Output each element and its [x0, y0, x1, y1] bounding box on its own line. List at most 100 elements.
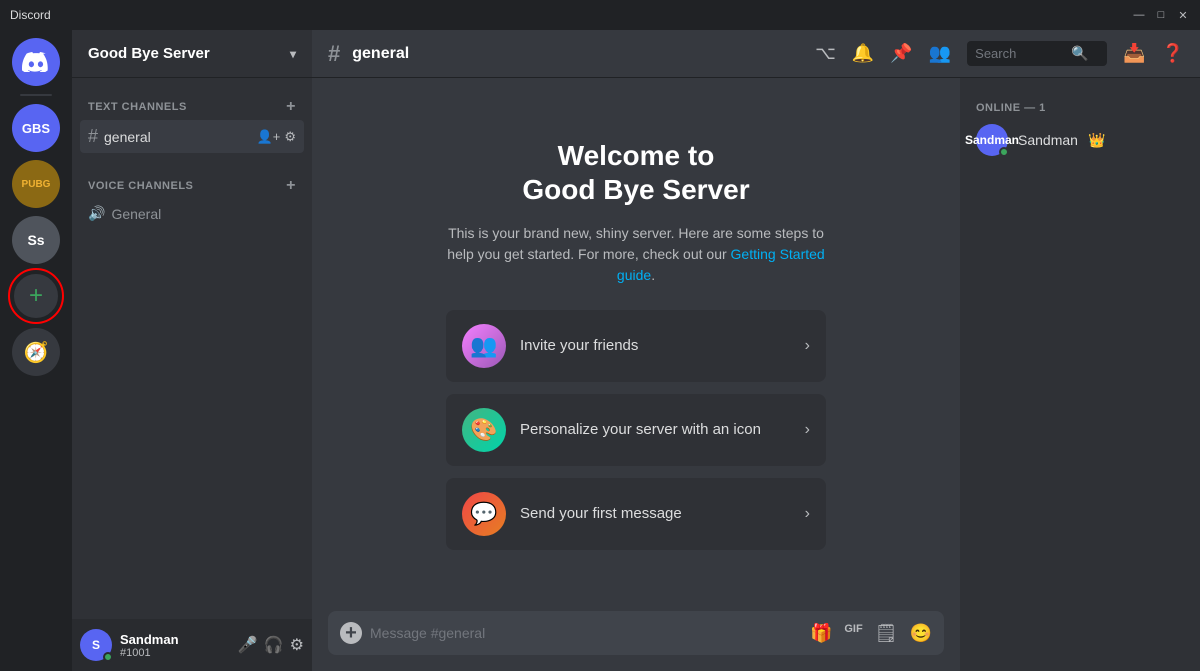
invite-friends-icon: 👥	[462, 324, 506, 368]
maximize-button[interactable]: □	[1154, 8, 1168, 22]
channel-name-general: general	[104, 129, 251, 145]
voice-channels-label: VOICE CHANNELS	[88, 180, 193, 192]
welcome-title: Welcome to Good Bye Server	[522, 139, 749, 206]
search-icon: 🔍	[1071, 45, 1088, 62]
user-settings-button[interactable]: ⚙	[290, 635, 304, 655]
search-input[interactable]	[975, 46, 1065, 61]
channel-hash-icon: #	[88, 126, 98, 147]
gift-icon[interactable]: 🎁	[810, 623, 832, 644]
server-icon-pubg-label: PUBG	[22, 179, 51, 190]
voice-channel-general[interactable]: 🔊 General	[80, 199, 304, 228]
server-icon-gbs[interactable]: GBS	[12, 104, 60, 152]
pin-icon[interactable]: 📌	[890, 43, 912, 64]
voice-channels-section: VOICE CHANNELS + 🔊 General	[72, 157, 312, 232]
personalize-server-action[interactable]: 🎨 Personalize your server with an icon ›	[446, 394, 826, 466]
chat-area: Welcome to Good Bye Server This is your …	[312, 78, 1200, 671]
add-server-button[interactable]: +	[12, 272, 60, 320]
welcome-description: This is your brand new, shiny server. He…	[446, 223, 826, 286]
username: Sandman	[120, 632, 230, 647]
gif-icon[interactable]: GIF	[844, 623, 862, 644]
channel-header-name: general	[352, 45, 409, 63]
member-list-toggle-icon[interactable]: 👥	[929, 43, 951, 64]
online-status-dot	[103, 652, 113, 662]
member-online-dot	[999, 147, 1009, 157]
invite-chevron-icon: ›	[805, 337, 810, 355]
personalize-emoji: 🎨	[470, 417, 497, 443]
server-name: Good Bye Server	[88, 45, 210, 62]
invite-emoji: 👥	[470, 333, 497, 359]
chat-main: Welcome to Good Bye Server This is your …	[312, 78, 960, 671]
add-text-channel-icon[interactable]: +	[286, 98, 296, 116]
text-channels-label: TEXT CHANNELS	[88, 101, 187, 113]
send-message-emoji: 💬	[470, 501, 497, 527]
minimize-button[interactable]: —	[1132, 8, 1146, 22]
add-voice-channel-icon[interactable]: +	[286, 177, 296, 195]
personalize-label: Personalize your server with an icon	[520, 421, 791, 438]
inbox-icon[interactable]: 📥	[1123, 43, 1145, 64]
attach-file-button[interactable]: +	[340, 622, 362, 644]
welcome-container: Welcome to Good Bye Server This is your …	[312, 78, 960, 611]
channel-item-general[interactable]: # general 👤+ ⚙	[80, 120, 304, 153]
user-discriminator: #1001	[120, 647, 230, 659]
message-input-area: + 🎁 GIF 🗒 😊	[312, 611, 960, 671]
main-content: # general ⌥ 🔔 📌 👥 🔍 📥 ❓	[312, 30, 1200, 671]
help-icon[interactable]: ❓	[1162, 43, 1184, 64]
threads-icon[interactable]: ⌥	[815, 43, 836, 64]
channel-action-icons: 👤+ ⚙	[257, 129, 296, 145]
deafen-headphones-button[interactable]: 🎧	[264, 635, 284, 655]
voice-channel-name: General	[111, 206, 296, 222]
action-list: 👥 Invite your friends › 🎨 Personalize yo…	[446, 310, 826, 550]
notification-icon[interactable]: 🔔	[852, 43, 874, 64]
member-crown-icon: 👑	[1088, 132, 1105, 149]
voice-channels-category[interactable]: VOICE CHANNELS +	[80, 173, 304, 199]
text-channels-section: TEXT CHANNELS + # general 👤+ ⚙	[72, 78, 312, 157]
message-input-bar: + 🎁 GIF 🗒 😊	[328, 611, 944, 655]
mute-microphone-button[interactable]: 🎤	[238, 635, 258, 655]
invite-friends-label: Invite your friends	[520, 337, 791, 354]
user-avatar: S	[80, 629, 112, 661]
settings-icon[interactable]: ⚙	[284, 129, 296, 145]
discord-home-button[interactable]	[12, 38, 60, 86]
channel-sidebar: Good Bye Server ▾ TEXT CHANNELS + # gene…	[72, 30, 312, 671]
server-list: GBS PUBG Ss + 🧭	[0, 30, 72, 671]
invite-friends-action[interactable]: 👥 Invite your friends ›	[446, 310, 826, 382]
server-header[interactable]: Good Bye Server ▾	[72, 30, 312, 78]
search-bar[interactable]: 🔍	[967, 41, 1107, 66]
server-icon-ss[interactable]: Ss	[12, 216, 60, 264]
server-icon-gbs-label: GBS	[22, 121, 50, 136]
add-server-icon: +	[29, 282, 43, 310]
online-category-label: ONLINE — 1	[968, 94, 1192, 118]
channel-header: # general ⌥ 🔔 📌 👥 🔍 📥 ❓	[312, 30, 1200, 78]
member-item-sandman[interactable]: Sandman Sandman 👑	[968, 118, 1192, 162]
user-controls: 🎤 🎧 ⚙	[238, 635, 304, 655]
user-panel: S Sandman #1001 🎤 🎧 ⚙	[72, 619, 312, 671]
invite-icon[interactable]: 👤+	[257, 129, 281, 145]
server-icon-pubg[interactable]: PUBG	[12, 160, 60, 208]
member-name-sandman: Sandman	[1018, 132, 1078, 148]
close-button[interactable]: ✕	[1176, 8, 1190, 22]
speaker-icon: 🔊	[88, 205, 105, 222]
message-input[interactable]	[370, 625, 802, 641]
personalize-icon: 🎨	[462, 408, 506, 452]
welcome-line2: Good Bye Server	[522, 174, 749, 205]
member-avatar-initials: Sandman	[965, 133, 1019, 147]
server-icon-ss-label: Ss	[27, 232, 44, 248]
window-controls: — □ ✕	[1132, 8, 1190, 22]
sticker-icon[interactable]: 🗒	[875, 623, 898, 644]
server-divider	[20, 94, 52, 96]
member-avatar-sandman: Sandman	[976, 124, 1008, 156]
send-message-label: Send your first message	[520, 505, 791, 522]
user-avatar-initials: S	[92, 638, 100, 652]
send-message-action[interactable]: 💬 Send your first message ›	[446, 478, 826, 550]
compass-icon: 🧭	[24, 340, 49, 365]
app-title: Discord	[10, 8, 1132, 22]
welcome-line1: Welcome to	[558, 140, 715, 171]
emoji-picker-icon[interactable]: 😊	[910, 623, 932, 644]
send-message-icon: 💬	[462, 492, 506, 536]
text-channels-category[interactable]: TEXT CHANNELS +	[80, 94, 304, 120]
member-list: ONLINE — 1 Sandman Sandman 👑	[960, 78, 1200, 671]
send-message-chevron-icon: ›	[805, 505, 810, 523]
titlebar: Discord — □ ✕	[0, 0, 1200, 30]
channel-header-hash-icon: #	[328, 41, 340, 67]
explore-servers-button[interactable]: 🧭	[12, 328, 60, 376]
